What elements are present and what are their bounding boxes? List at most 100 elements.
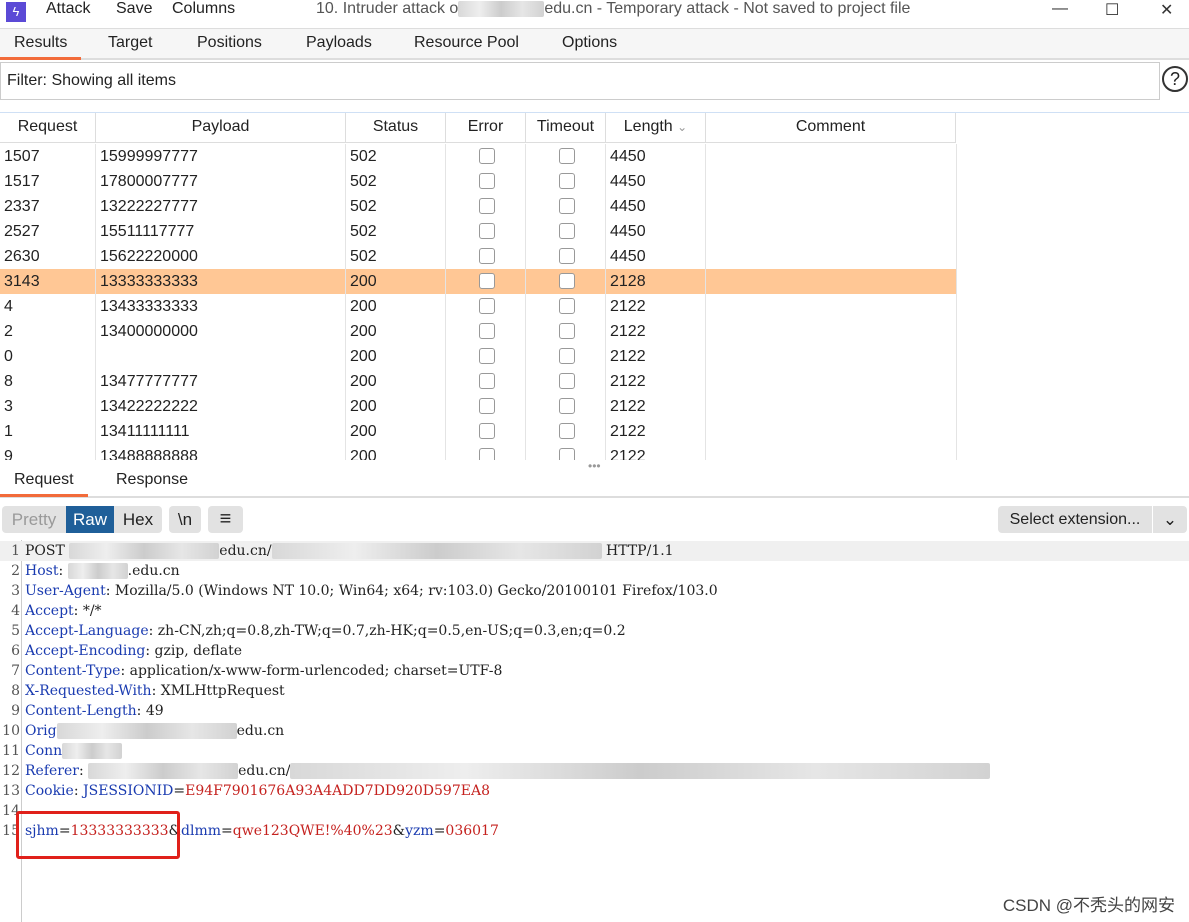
minimize-icon[interactable]: — (1052, 0, 1068, 18)
table-row[interactable]: 3 13422222222 200 2122 (0, 394, 957, 419)
col-status[interactable]: Status (346, 113, 446, 143)
timeout-checkbox[interactable] (559, 348, 575, 364)
menu-save[interactable]: Save (116, 0, 152, 18)
editor-line: 4 Accept: */* (11, 603, 102, 619)
table-row[interactable]: 1517 17800007777 502 4450 (0, 169, 957, 194)
tab-results[interactable]: Results (0, 34, 82, 60)
cell-comment (706, 344, 957, 369)
cell-payload: 13433333333 (96, 294, 346, 319)
col-length[interactable]: Length ⌄ (606, 113, 706, 143)
table-row[interactable]: 2 13400000000 200 2122 (0, 319, 957, 344)
timeout-checkbox[interactable] (559, 173, 575, 189)
cell-request: 3 (0, 394, 96, 419)
cell-timeout (526, 144, 606, 169)
error-checkbox[interactable] (479, 173, 495, 189)
table-row[interactable]: 0 200 2122 (0, 344, 957, 369)
error-checkbox[interactable] (479, 148, 495, 164)
tab-options[interactable]: Options (562, 34, 617, 52)
table-row[interactable]: 1 13411111111 200 2122 (0, 419, 957, 444)
tab-positions[interactable]: Positions (197, 34, 262, 52)
help-icon[interactable]: ? (1162, 66, 1188, 92)
header-value: : 49 (136, 703, 164, 719)
cell-comment (706, 394, 957, 419)
cell-payload: 13477777777 (96, 369, 346, 394)
chevron-down-icon[interactable]: ⌄ (1153, 506, 1187, 533)
editor-line: 11 Conn (0, 741, 1189, 761)
table-row[interactable]: 2337 13222227777 502 4450 (0, 194, 957, 219)
hex-button[interactable]: Hex (114, 506, 162, 533)
cell-status: 200 (346, 269, 446, 294)
cell-timeout (526, 244, 606, 269)
error-checkbox[interactable] (479, 348, 495, 364)
timeout-checkbox[interactable] (559, 323, 575, 339)
error-checkbox[interactable] (479, 273, 495, 289)
cell-timeout (526, 194, 606, 219)
cell-length: 2122 (606, 369, 706, 394)
error-checkbox[interactable] (479, 298, 495, 314)
table-row[interactable]: 4 13433333333 200 2122 (0, 294, 957, 319)
table-row[interactable]: 3143 13333333333 200 2128 (0, 269, 957, 294)
timeout-checkbox[interactable] (559, 273, 575, 289)
error-checkbox[interactable] (479, 448, 495, 460)
close-icon[interactable]: ✕ (1160, 0, 1173, 20)
error-checkbox[interactable] (479, 223, 495, 239)
timeout-checkbox[interactable] (559, 248, 575, 264)
tab-response[interactable]: Response (116, 471, 188, 489)
table-row[interactable]: 9 13488888888 200 2122 (0, 444, 957, 460)
error-checkbox[interactable] (479, 398, 495, 414)
cell-error (446, 419, 526, 444)
filter-bar[interactable]: Filter: Showing all items (0, 62, 1160, 100)
cell-length: 4450 (606, 219, 706, 244)
timeout-checkbox[interactable] (559, 223, 575, 239)
tab-target[interactable]: Target (108, 34, 152, 52)
table-row[interactable]: 2527 15511117777 502 4450 (0, 219, 957, 244)
error-checkbox[interactable] (479, 248, 495, 264)
table-row[interactable]: 2630 15622220000 502 4450 (0, 244, 957, 269)
menu-icon[interactable]: ≡ (208, 506, 243, 533)
tab-resource-pool[interactable]: Resource Pool (414, 34, 519, 52)
menu-columns[interactable]: Columns (172, 0, 235, 18)
timeout-checkbox[interactable] (559, 448, 575, 460)
newline-toggle-button[interactable]: \n (169, 506, 201, 533)
pretty-button[interactable]: Pretty (2, 506, 66, 533)
cell-length: 4450 (606, 169, 706, 194)
menu-attack[interactable]: Attack (46, 0, 90, 18)
timeout-checkbox[interactable] (559, 298, 575, 314)
timeout-checkbox[interactable] (559, 398, 575, 414)
param-value: qwe123QWE!%40%23 (232, 823, 393, 839)
error-checkbox[interactable] (479, 323, 495, 339)
table-row[interactable]: 8 13477777777 200 2122 (0, 369, 957, 394)
timeout-checkbox[interactable] (559, 148, 575, 164)
redacted-area (290, 763, 991, 779)
error-checkbox[interactable] (479, 423, 495, 439)
col-error[interactable]: Error (446, 113, 526, 143)
cell-payload: 13400000000 (96, 319, 346, 344)
cell-length: 2128 (606, 269, 706, 294)
table-row[interactable]: 1507 15999997777 502 4450 (0, 144, 957, 169)
cell-status: 200 (346, 419, 446, 444)
error-checkbox[interactable] (479, 198, 495, 214)
tab-request[interactable]: Request (0, 471, 88, 497)
tab-payloads[interactable]: Payloads (306, 34, 372, 52)
watermark: CSDN @不秃头的网安 (1002, 896, 1175, 915)
cell-length: 4450 (606, 144, 706, 169)
col-request[interactable]: Request (0, 113, 96, 143)
title-bar: ϟ Attack Save Columns 10. Intruder attac… (0, 0, 1189, 26)
request-editor[interactable]: 1 POST edu.cn/ HTTP/1.1 2 Host: .edu.cn 3U… (0, 540, 1189, 922)
maximize-icon[interactable]: ☐ (1105, 0, 1119, 20)
timeout-checkbox[interactable] (559, 198, 575, 214)
error-checkbox[interactable] (479, 373, 495, 389)
cell-length: 2122 (606, 294, 706, 319)
col-comment[interactable]: Comment (706, 113, 956, 143)
cell-request: 2630 (0, 244, 96, 269)
select-extension-button[interactable]: Select extension... (998, 506, 1152, 533)
timeout-checkbox[interactable] (559, 373, 575, 389)
raw-button[interactable]: Raw (66, 506, 114, 533)
cell-status: 502 (346, 194, 446, 219)
redacted-area (69, 543, 220, 559)
col-payload[interactable]: Payload (96, 113, 346, 143)
timeout-checkbox[interactable] (559, 423, 575, 439)
col-timeout[interactable]: Timeout (526, 113, 606, 143)
cell-length: 2122 (606, 394, 706, 419)
redacted-area (271, 543, 602, 559)
